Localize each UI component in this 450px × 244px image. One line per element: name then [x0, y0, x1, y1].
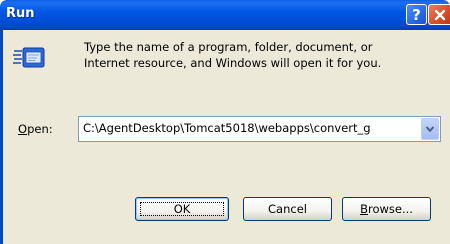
- open-label: Open:: [18, 122, 53, 136]
- open-label-rest: pen:: [27, 122, 53, 136]
- instructions-text: Type the name of a program, folder, docu…: [84, 39, 429, 71]
- run-icon: [13, 47, 45, 68]
- close-icon: [434, 9, 445, 20]
- dropdown-button[interactable]: [421, 118, 439, 140]
- close-button[interactable]: [428, 4, 450, 25]
- run-dialog: Run ? Type the name of a program, folder…: [0, 0, 450, 244]
- instructions-line-1: Type the name of a program, folder, docu…: [84, 40, 373, 54]
- browse-button[interactable]: Browse...: [342, 197, 431, 221]
- help-button[interactable]: ?: [406, 4, 427, 25]
- window-title: Run: [6, 6, 35, 21]
- browse-button-accelerator: B: [360, 202, 368, 216]
- cancel-button-label: Cancel: [268, 202, 307, 216]
- open-input[interactable]: C:\AgentDesktop\Tomcat5018\webapps\conve…: [83, 121, 421, 135]
- title-bar[interactable]: Run ?: [0, 0, 450, 30]
- ok-button[interactable]: OK: [135, 197, 229, 221]
- instructions-line-2: Internet resource, and Windows will open…: [84, 56, 382, 70]
- cancel-button[interactable]: Cancel: [243, 197, 332, 221]
- chevron-down-icon: [425, 126, 435, 133]
- focus-rectangle: [140, 202, 224, 216]
- browse-button-label-rest: rowse...: [367, 202, 413, 216]
- open-label-accelerator: O: [18, 122, 28, 136]
- open-combobox[interactable]: C:\AgentDesktop\Tomcat5018\webapps\conve…: [78, 116, 441, 142]
- help-icon: ?: [412, 5, 421, 24]
